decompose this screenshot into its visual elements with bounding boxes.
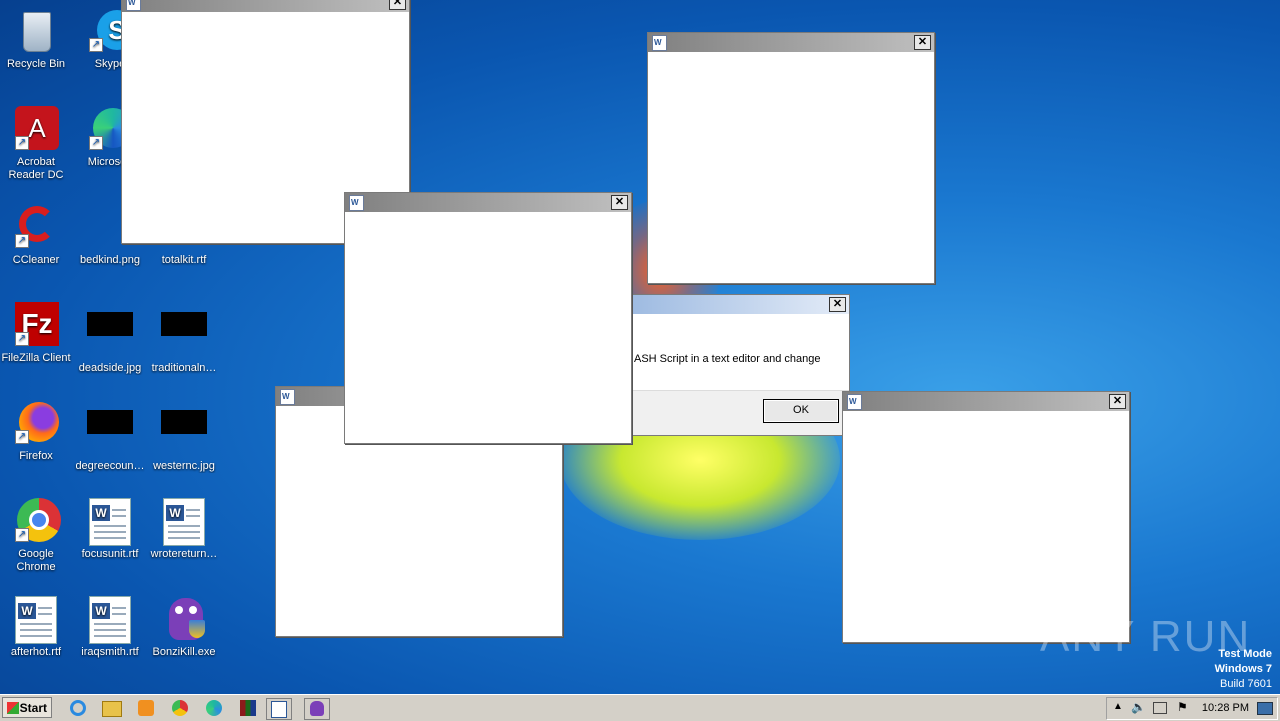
dialog-titlebar[interactable]: ✕ <box>619 295 849 314</box>
desktop-icon-label: bedkind.png <box>80 254 140 266</box>
shortcut-arrow-icon: ↗ <box>15 136 29 150</box>
firefox-icon: ↗ <box>13 400 59 446</box>
ccleaner-icon: ↗ <box>13 204 59 250</box>
word-doc-icon <box>349 195 364 211</box>
desktop-icon-label: focusunit.rtf <box>81 548 139 560</box>
bonzi-icon <box>161 596 207 642</box>
window-titlebar[interactable]: ✕ <box>648 33 934 52</box>
desktop-icon-chrome[interactable]: ↗ Google Chrome <box>0 498 72 574</box>
shortcut-arrow-icon: ↗ <box>15 234 29 248</box>
chrome-icon[interactable] <box>168 698 192 718</box>
desktop-icon-wrotereturn[interactable]: W wrotereturn… <box>148 498 220 561</box>
build-label: Build 7601 <box>1220 678 1272 690</box>
desktop-icon-label: Recycle Bin <box>6 58 66 70</box>
word-doc-icon: W <box>87 498 133 546</box>
image-file-icon <box>161 312 207 358</box>
desktop-icon-label: BonziKill.exe <box>152 646 216 658</box>
word-doc-icon <box>847 394 862 410</box>
show-desktop-icon[interactable] <box>1257 702 1273 715</box>
flag-icon[interactable]: ⚑ <box>1177 700 1188 714</box>
volume-icon[interactable]: 🔈 <box>1131 700 1146 714</box>
winrar-icon[interactable] <box>236 698 260 718</box>
word-icon[interactable] <box>266 698 292 720</box>
word-doc-icon <box>126 0 141 11</box>
word-doc-icon <box>280 389 295 405</box>
media-player-icon[interactable] <box>134 698 158 718</box>
close-icon[interactable]: ✕ <box>1109 394 1126 409</box>
windows-version-label: Windows 7 <box>1214 663 1272 675</box>
blank-popup-window[interactable]: ✕ <box>647 32 935 284</box>
network-icon[interactable] <box>1153 702 1167 714</box>
desktop-icon-bonzikill[interactable]: BonziKill.exe <box>148 596 220 659</box>
desktop-icon-traditionaln[interactable]: traditionaln… <box>148 302 220 375</box>
desktop-icon-label: afterhot.rtf <box>10 646 62 658</box>
word-doc-icon: W <box>161 498 207 546</box>
shortcut-arrow-icon: ↗ <box>15 332 29 346</box>
word-doc-icon: W <box>13 596 59 644</box>
system-tray: ▲ 🔈 ⚑ 10:28 PM <box>1106 697 1278 720</box>
desktop-icon-label: CCleaner <box>12 254 60 266</box>
desktop-icon-iraqsmith[interactable]: W iraqsmith.rtf <box>74 596 146 659</box>
desktop-icon-label: westernc.jpg <box>153 460 215 472</box>
clock[interactable]: 10:28 PM <box>1202 702 1249 714</box>
window-titlebar[interactable]: ✕ <box>345 193 631 212</box>
close-icon[interactable]: ✕ <box>914 35 931 50</box>
desktop-icon-westernc[interactable]: westernc.jpg <box>148 400 220 473</box>
desktop-icon-firefox[interactable]: ↗ Firefox <box>0 400 72 463</box>
shortcut-arrow-icon: ↗ <box>15 430 29 444</box>
image-file-icon <box>87 312 133 358</box>
dialog-message: ASH Script in a text editor and change <box>634 353 821 365</box>
word-doc-icon: W <box>87 596 133 644</box>
taskbar: Start ▲ 🔈 ⚑ 10:28 PM <box>0 694 1280 721</box>
shortcut-arrow-icon: ↗ <box>15 528 29 542</box>
window-titlebar[interactable]: ✕ <box>843 392 1129 411</box>
desktop-icon-ccleaner[interactable]: ↗ CCleaner <box>0 204 72 267</box>
edge-icon[interactable] <box>202 698 226 718</box>
desktop-icon-label: deadside.jpg <box>78 362 142 374</box>
blank-popup-window[interactable]: ✕ <box>344 192 632 444</box>
close-icon[interactable]: ✕ <box>389 0 406 10</box>
desktop-icon-recycle-bin[interactable]: Recycle Bin <box>0 8 72 71</box>
shortcut-arrow-icon: ↗ <box>89 38 103 52</box>
chevron-up-icon[interactable]: ▲ <box>1113 701 1123 712</box>
desktop-icon-degreecoun[interactable]: degreecoun… <box>74 400 146 473</box>
desktop-icon-deadside[interactable]: deadside.jpg <box>74 302 146 375</box>
acrobat-icon: A ↗ <box>13 106 59 152</box>
script-error-dialog[interactable]: ✕ ASH Script in a text editor and change… <box>618 294 850 436</box>
desktop-icon-label: degreecoun… <box>75 460 145 472</box>
desktop-icon-label: totalkit.rtf <box>161 254 207 266</box>
desktop-icon-label: wrotereturn… <box>150 548 218 560</box>
ok-button[interactable]: OK <box>763 399 839 423</box>
window-titlebar[interactable]: ✕ <box>122 0 409 12</box>
desktop-icon-label: Acrobat Reader DC <box>8 156 64 181</box>
ie-icon[interactable] <box>66 698 90 718</box>
close-icon[interactable]: ✕ <box>611 195 628 210</box>
desktop-icon-label: iraqsmith.rtf <box>81 646 139 658</box>
shortcut-arrow-icon: ↗ <box>89 136 103 150</box>
image-file-icon <box>161 410 207 456</box>
start-button[interactable]: Start <box>2 697 52 718</box>
dialog-footer: OK <box>619 390 849 435</box>
explorer-icon[interactable] <box>100 698 124 718</box>
desktop-icon-label: Google Chrome <box>16 548 56 573</box>
desktop-icon-acrobat[interactable]: A ↗ Acrobat Reader DC <box>0 106 72 182</box>
blank-popup-window[interactable]: ✕ <box>842 391 1130 643</box>
desktop-icon-label: traditionaln… <box>151 362 217 374</box>
test-mode-label: Test Mode <box>1218 648 1272 660</box>
word-doc-icon <box>652 35 667 51</box>
chrome-icon: ↗ <box>13 498 61 544</box>
image-file-icon <box>87 410 133 456</box>
filezilla-icon: Fz ↗ <box>13 302 59 348</box>
bonzi-icon[interactable] <box>304 698 330 720</box>
close-icon[interactable]: ✕ <box>829 297 846 312</box>
desktop-icon-filezilla[interactable]: Fz ↗ FileZilla Client <box>0 302 72 365</box>
desktop-icon-label: FileZilla Client <box>1 352 71 364</box>
desktop-icon-label: Firefox <box>19 450 53 462</box>
desktop-icon-focusunit[interactable]: W focusunit.rtf <box>74 498 146 561</box>
recycle-bin-icon <box>13 8 59 54</box>
desktop-icon-afterhot[interactable]: W afterhot.rtf <box>0 596 72 659</box>
